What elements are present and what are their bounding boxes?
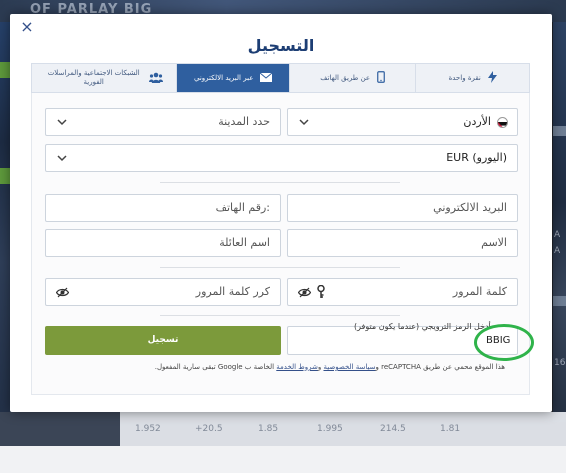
promo-code-caption: أدخل الرمز الترويجي (عندما يكون متوفر) <box>354 322 491 331</box>
close-icon[interactable]: × <box>18 18 36 36</box>
promo-highlight-circle <box>474 324 534 361</box>
register-button[interactable]: تسجيل <box>45 326 281 355</box>
eye-slash-icon[interactable] <box>56 287 69 298</box>
divider <box>160 182 400 183</box>
modal-title: التسجيل <box>247 36 315 55</box>
odds-cell: 214.5 <box>380 424 406 434</box>
lightning-icon <box>487 71 497 85</box>
background-right-text: A <box>554 246 561 256</box>
jordan-flag-icon <box>497 117 508 128</box>
odds-cell: 1.81 <box>440 424 461 434</box>
tab-label: الشبكات الاجتماعية والمراسلات الفورية <box>47 69 140 86</box>
key-icon <box>317 285 325 298</box>
email-placeholder: البريد الالكتروني <box>433 201 507 214</box>
privacy-policy-link[interactable]: سياسة الخصوصية <box>323 363 375 371</box>
envelope-icon <box>260 72 273 84</box>
recaptcha-notice: هذا الموقع محمي عن طريق reCAPTCHA وسياسة… <box>154 363 505 371</box>
divider <box>160 315 400 316</box>
repeat-password-field[interactable]: كرر كلمة المرور <box>45 278 281 306</box>
odds-cell: 1.85 <box>258 424 279 434</box>
country-select[interactable]: الأردن <box>287 108 518 136</box>
users-icon <box>148 72 163 85</box>
password-placeholder: كلمة المرور <box>452 285 507 298</box>
tab-label: عن طريق الهاتف <box>320 73 371 82</box>
tab-social-networks[interactable]: الشبكات الاجتماعية والمراسلات الفورية <box>32 64 176 92</box>
background-odds-row-dark <box>0 412 120 446</box>
repeat-password-placeholder: كرر كلمة المرور <box>195 285 270 298</box>
last-name-placeholder: اسم العائلة <box>219 236 270 249</box>
chevron-down-icon <box>57 155 67 162</box>
odds-cell: +20.5 <box>195 424 223 434</box>
phone-field[interactable]: رقم الهاتف: <box>45 194 281 222</box>
first-name-placeholder: الاسم <box>481 236 507 249</box>
currency-value: EUR (اليورو) <box>446 151 507 164</box>
phone-placeholder: رقم الهاتف: <box>215 201 270 214</box>
background-footer <box>0 446 566 473</box>
tab-one-click[interactable]: نقرة واحدة <box>415 64 529 92</box>
city-select[interactable]: حدد المدينة <box>45 108 281 136</box>
last-name-field[interactable]: اسم العائلة <box>45 229 281 257</box>
background-right-strip <box>553 296 566 306</box>
tab-by-phone[interactable]: عن طريق الهاتف <box>288 64 415 92</box>
terms-of-service-link[interactable]: شروط الخدمة <box>276 363 318 371</box>
currency-select[interactable]: EUR (اليورو) <box>45 144 518 172</box>
eye-slash-icon[interactable] <box>298 287 311 298</box>
divider <box>160 267 400 268</box>
background-right-text: 16 <box>554 358 566 368</box>
first-name-field[interactable]: الاسم <box>287 229 518 257</box>
background-right-text: A <box>554 230 561 240</box>
city-placeholder: حدد المدينة <box>218 115 270 128</box>
country-value: الأردن <box>463 115 491 128</box>
odds-cell: 1.952 <box>135 424 161 434</box>
background-right-strip <box>553 126 566 136</box>
tab-label: عبر البريد الالكتروني <box>194 73 254 82</box>
email-field[interactable]: البريد الالكتروني <box>287 194 518 222</box>
registration-modal: × التسجيل نقرة واحدة عن طريق الهاتف عبر … <box>10 14 552 412</box>
chevron-down-icon <box>299 119 309 126</box>
odds-cell: 1.995 <box>317 424 343 434</box>
tab-by-email[interactable]: عبر البريد الالكتروني <box>176 64 289 92</box>
tab-label: نقرة واحدة <box>448 73 481 82</box>
chevron-down-icon <box>57 119 67 126</box>
phone-icon <box>377 71 385 85</box>
password-field[interactable]: كلمة المرور <box>287 278 518 306</box>
registration-tabs: نقرة واحدة عن طريق الهاتف عبر البريد الا… <box>31 63 530 93</box>
